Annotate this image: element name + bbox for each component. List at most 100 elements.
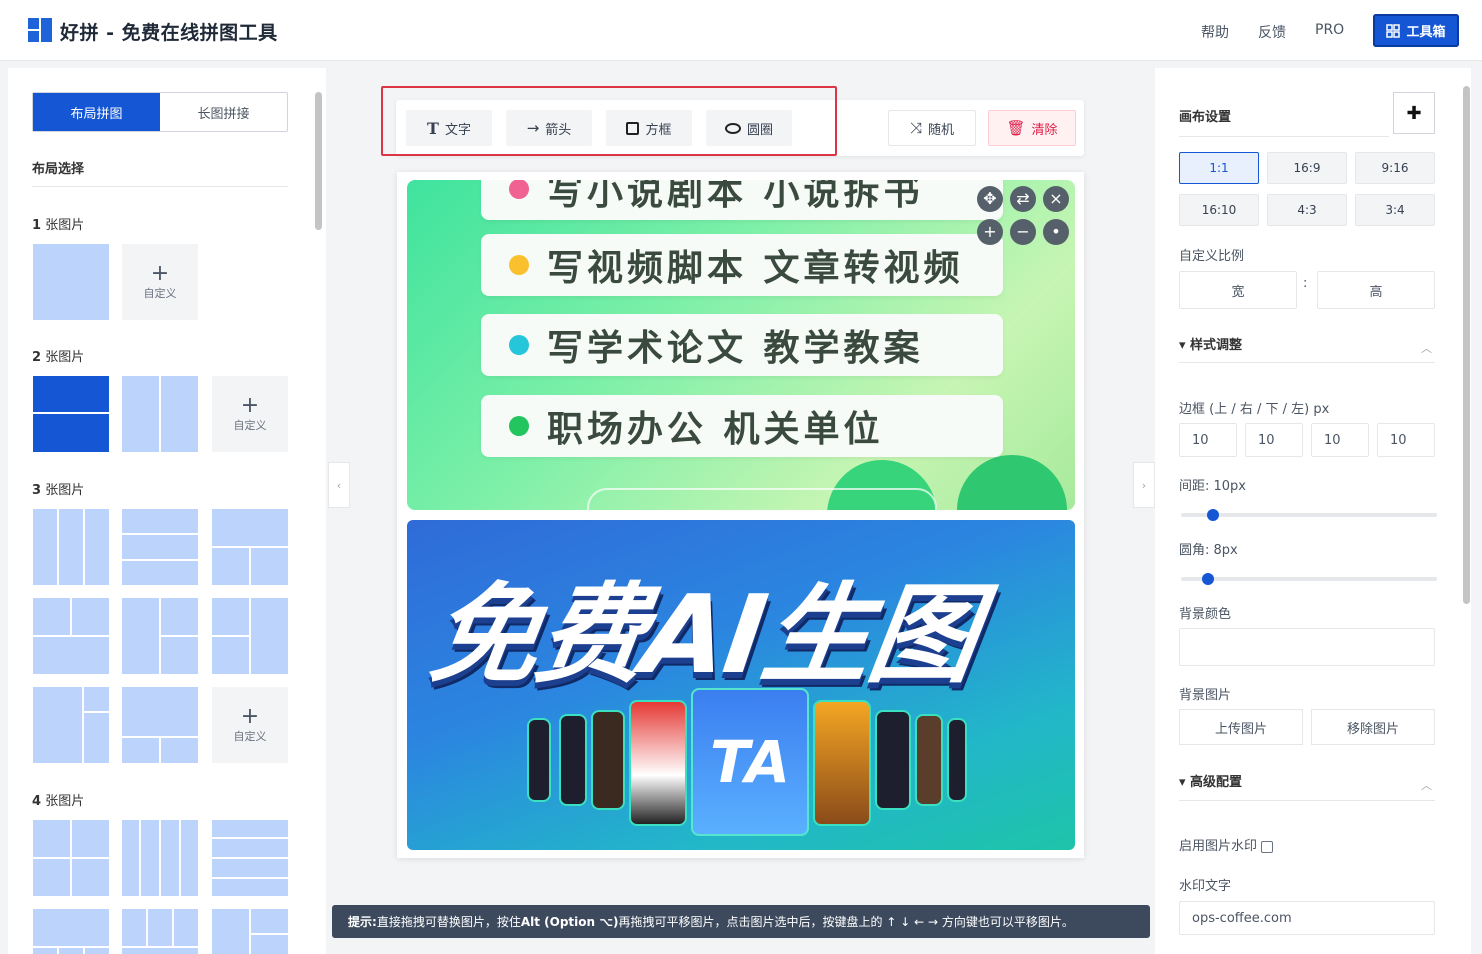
ratio-16-10[interactable]: 16:10	[1179, 194, 1259, 226]
watermark-text-input[interactable]: ops-coffee.com	[1179, 901, 1435, 935]
feature-row: 写小说剧本 小说拆书	[481, 180, 1003, 220]
divider	[1179, 362, 1435, 363]
bullet-dot	[509, 255, 529, 275]
layout-thumb-4a[interactable]	[33, 820, 109, 896]
swap-icon[interactable]: ⇄	[1010, 186, 1036, 212]
watermark-toggle-row: 启用图片水印	[1179, 835, 1274, 854]
layout-thumb-3h[interactable]	[122, 687, 198, 763]
ratio-3-4[interactable]: 3:4	[1355, 194, 1435, 226]
collapse-right-panel-button[interactable]: ›	[1133, 462, 1155, 508]
nav-feedback[interactable]: 反馈	[1258, 22, 1286, 42]
ratio-16-9[interactable]: 16:9	[1267, 152, 1347, 184]
feature-row: 写学术论文 教学教案	[481, 314, 1003, 376]
layout-thumb-2a[interactable]	[33, 376, 109, 452]
phone-card	[915, 714, 943, 806]
zoom-in-icon[interactable]: +	[977, 219, 1003, 245]
custom-layout-1[interactable]: + 自定义	[122, 244, 198, 320]
group-2-label: 2 张图片	[32, 350, 85, 365]
custom-layout-3[interactable]: + 自定义	[212, 687, 288, 763]
border-bottom-input[interactable]: 10	[1311, 423, 1369, 457]
bullet-dot	[509, 180, 529, 199]
clear-button[interactable]: 🗑 清除	[988, 110, 1076, 146]
bullet-dot	[509, 335, 529, 355]
layout-thumb-3b[interactable]	[122, 509, 198, 585]
collage-image-1[interactable]: 写小说剧本 小说拆书 写视频脚本 文章转视频 写学术论文 教学教案 职场办公 机…	[407, 180, 1075, 510]
highlight-annotation-box	[381, 86, 837, 156]
move-icon[interactable]: ✥	[977, 186, 1003, 212]
zoom-out-icon[interactable]: −	[1010, 219, 1036, 245]
border-top-input[interactable]: 10	[1179, 423, 1237, 457]
canvas-settings-title: 画布设置	[1179, 110, 1232, 125]
layout-thumb-4b[interactable]	[122, 820, 198, 896]
pin-panel-button[interactable]: ✚	[1393, 92, 1435, 134]
style-section-toggle[interactable]: ▾ 样式调整	[1179, 334, 1242, 353]
chevron-up-icon[interactable]: ︿	[1421, 777, 1432, 793]
collage-canvas: 写小说剧本 小说拆书 写视频脚本 文章转视频 写学术论文 教学教案 职场办公 机…	[397, 172, 1084, 858]
custom-layout-2[interactable]: + 自定义	[212, 376, 288, 452]
gap-slider-knob[interactable]	[1207, 509, 1219, 521]
usage-hint: 提示: 直接拖拽可替换图片，按住 Alt (Option ⌥) 再拖拽可平移图片…	[332, 905, 1150, 938]
layout-thumb-1a[interactable]	[33, 244, 109, 320]
phone-card	[629, 700, 687, 826]
toolbox-button[interactable]: 工具箱	[1373, 14, 1459, 47]
close-icon[interactable]: ×	[1043, 186, 1069, 212]
phone-card	[947, 718, 967, 802]
gap-label: 间距: 10px	[1179, 479, 1246, 494]
reset-icon[interactable]: •	[1043, 219, 1069, 245]
radius-slider-knob[interactable]	[1202, 573, 1214, 585]
phone-card	[813, 700, 871, 826]
layout-thumb-3e[interactable]	[122, 598, 198, 674]
bg-color-picker[interactable]	[1179, 628, 1435, 666]
ratio-width-input[interactable]: 宽	[1179, 271, 1297, 309]
right-scrollbar[interactable]	[1463, 70, 1471, 954]
layout-thumb-3f[interactable]	[212, 598, 288, 674]
collage-image-2[interactable]: 免费AI生图 TA	[407, 520, 1075, 850]
remove-image-button[interactable]: 移除图片	[1311, 709, 1435, 745]
tab-layout-collage[interactable]: 布局拼图	[33, 93, 160, 131]
border-left-input[interactable]: 10	[1377, 423, 1435, 457]
layout-thumb-4f[interactable]	[212, 909, 288, 954]
layout-thumb-4c[interactable]	[212, 820, 288, 896]
ratio-4-3[interactable]: 4:3	[1267, 194, 1347, 226]
plus-icon: +	[240, 393, 260, 418]
app-logo-icon	[28, 18, 52, 42]
layout-thumb-4e[interactable]	[122, 909, 198, 954]
advanced-section-toggle[interactable]: ▾ 高级配置	[1179, 771, 1242, 790]
random-button[interactable]: ⤨ 随机	[888, 110, 976, 146]
shuffle-icon: ⤨	[909, 119, 922, 137]
ratio-height-input[interactable]: 高	[1317, 271, 1435, 309]
settings-panel: 画布设置 ✚ 1:1 16:9 9:16 16:10 4:3 3:4 自定义比例…	[1155, 68, 1471, 954]
chevron-up-icon[interactable]: ︿	[1421, 340, 1432, 356]
layout-section-title: 布局选择	[32, 162, 85, 177]
nav-help[interactable]: 帮助	[1201, 22, 1229, 42]
border-right-input[interactable]: 10	[1245, 423, 1303, 457]
phone-card	[591, 710, 625, 810]
custom-ratio-label: 自定义比例	[1179, 249, 1245, 264]
watermark-checkbox[interactable]	[1261, 840, 1274, 853]
app-header: 好拼 - 免费在线拼图工具 帮助 反馈 PRO 工具箱	[0, 0, 1482, 61]
radius-slider[interactable]	[1181, 573, 1437, 585]
toolbox-label: 工具箱	[1406, 25, 1446, 40]
app-title: 好拼 - 免费在线拼图工具	[60, 22, 278, 44]
layout-thumb-2b[interactable]	[122, 376, 198, 452]
layout-panel: 布局拼图 长图拼接 布局选择 1 张图片 + 自定义 2 张图片 + 自定义 3 张…	[8, 68, 326, 954]
tab-long-stitch[interactable]: 长图拼接	[160, 93, 287, 131]
layout-thumb-4d[interactable]	[33, 909, 109, 954]
phone-card	[559, 714, 587, 806]
layout-thumb-3a[interactable]	[33, 509, 109, 585]
layout-thumb-3c[interactable]	[212, 509, 288, 585]
left-scrollbar[interactable]	[314, 74, 322, 954]
layout-thumb-3d[interactable]	[33, 598, 109, 674]
nav-pro[interactable]: PRO	[1315, 22, 1344, 38]
ratio-1-1[interactable]: 1:1	[1179, 152, 1259, 184]
group-3-label: 3 张图片	[32, 483, 85, 498]
ratio-9-16[interactable]: 9:16	[1355, 152, 1435, 184]
upload-image-button[interactable]: 上传图片	[1179, 709, 1303, 745]
gap-slider[interactable]	[1181, 509, 1437, 521]
divider	[32, 186, 288, 187]
collapse-left-panel-button[interactable]: ‹	[328, 462, 350, 508]
layout-thumb-3g[interactable]	[33, 687, 109, 763]
bg-image-label: 背景图片	[1179, 688, 1232, 703]
border-label: 边框 (上 / 右 / 下 / 左) px	[1179, 402, 1330, 417]
feature-row: 写视频脚本 文章转视频	[481, 234, 1003, 296]
